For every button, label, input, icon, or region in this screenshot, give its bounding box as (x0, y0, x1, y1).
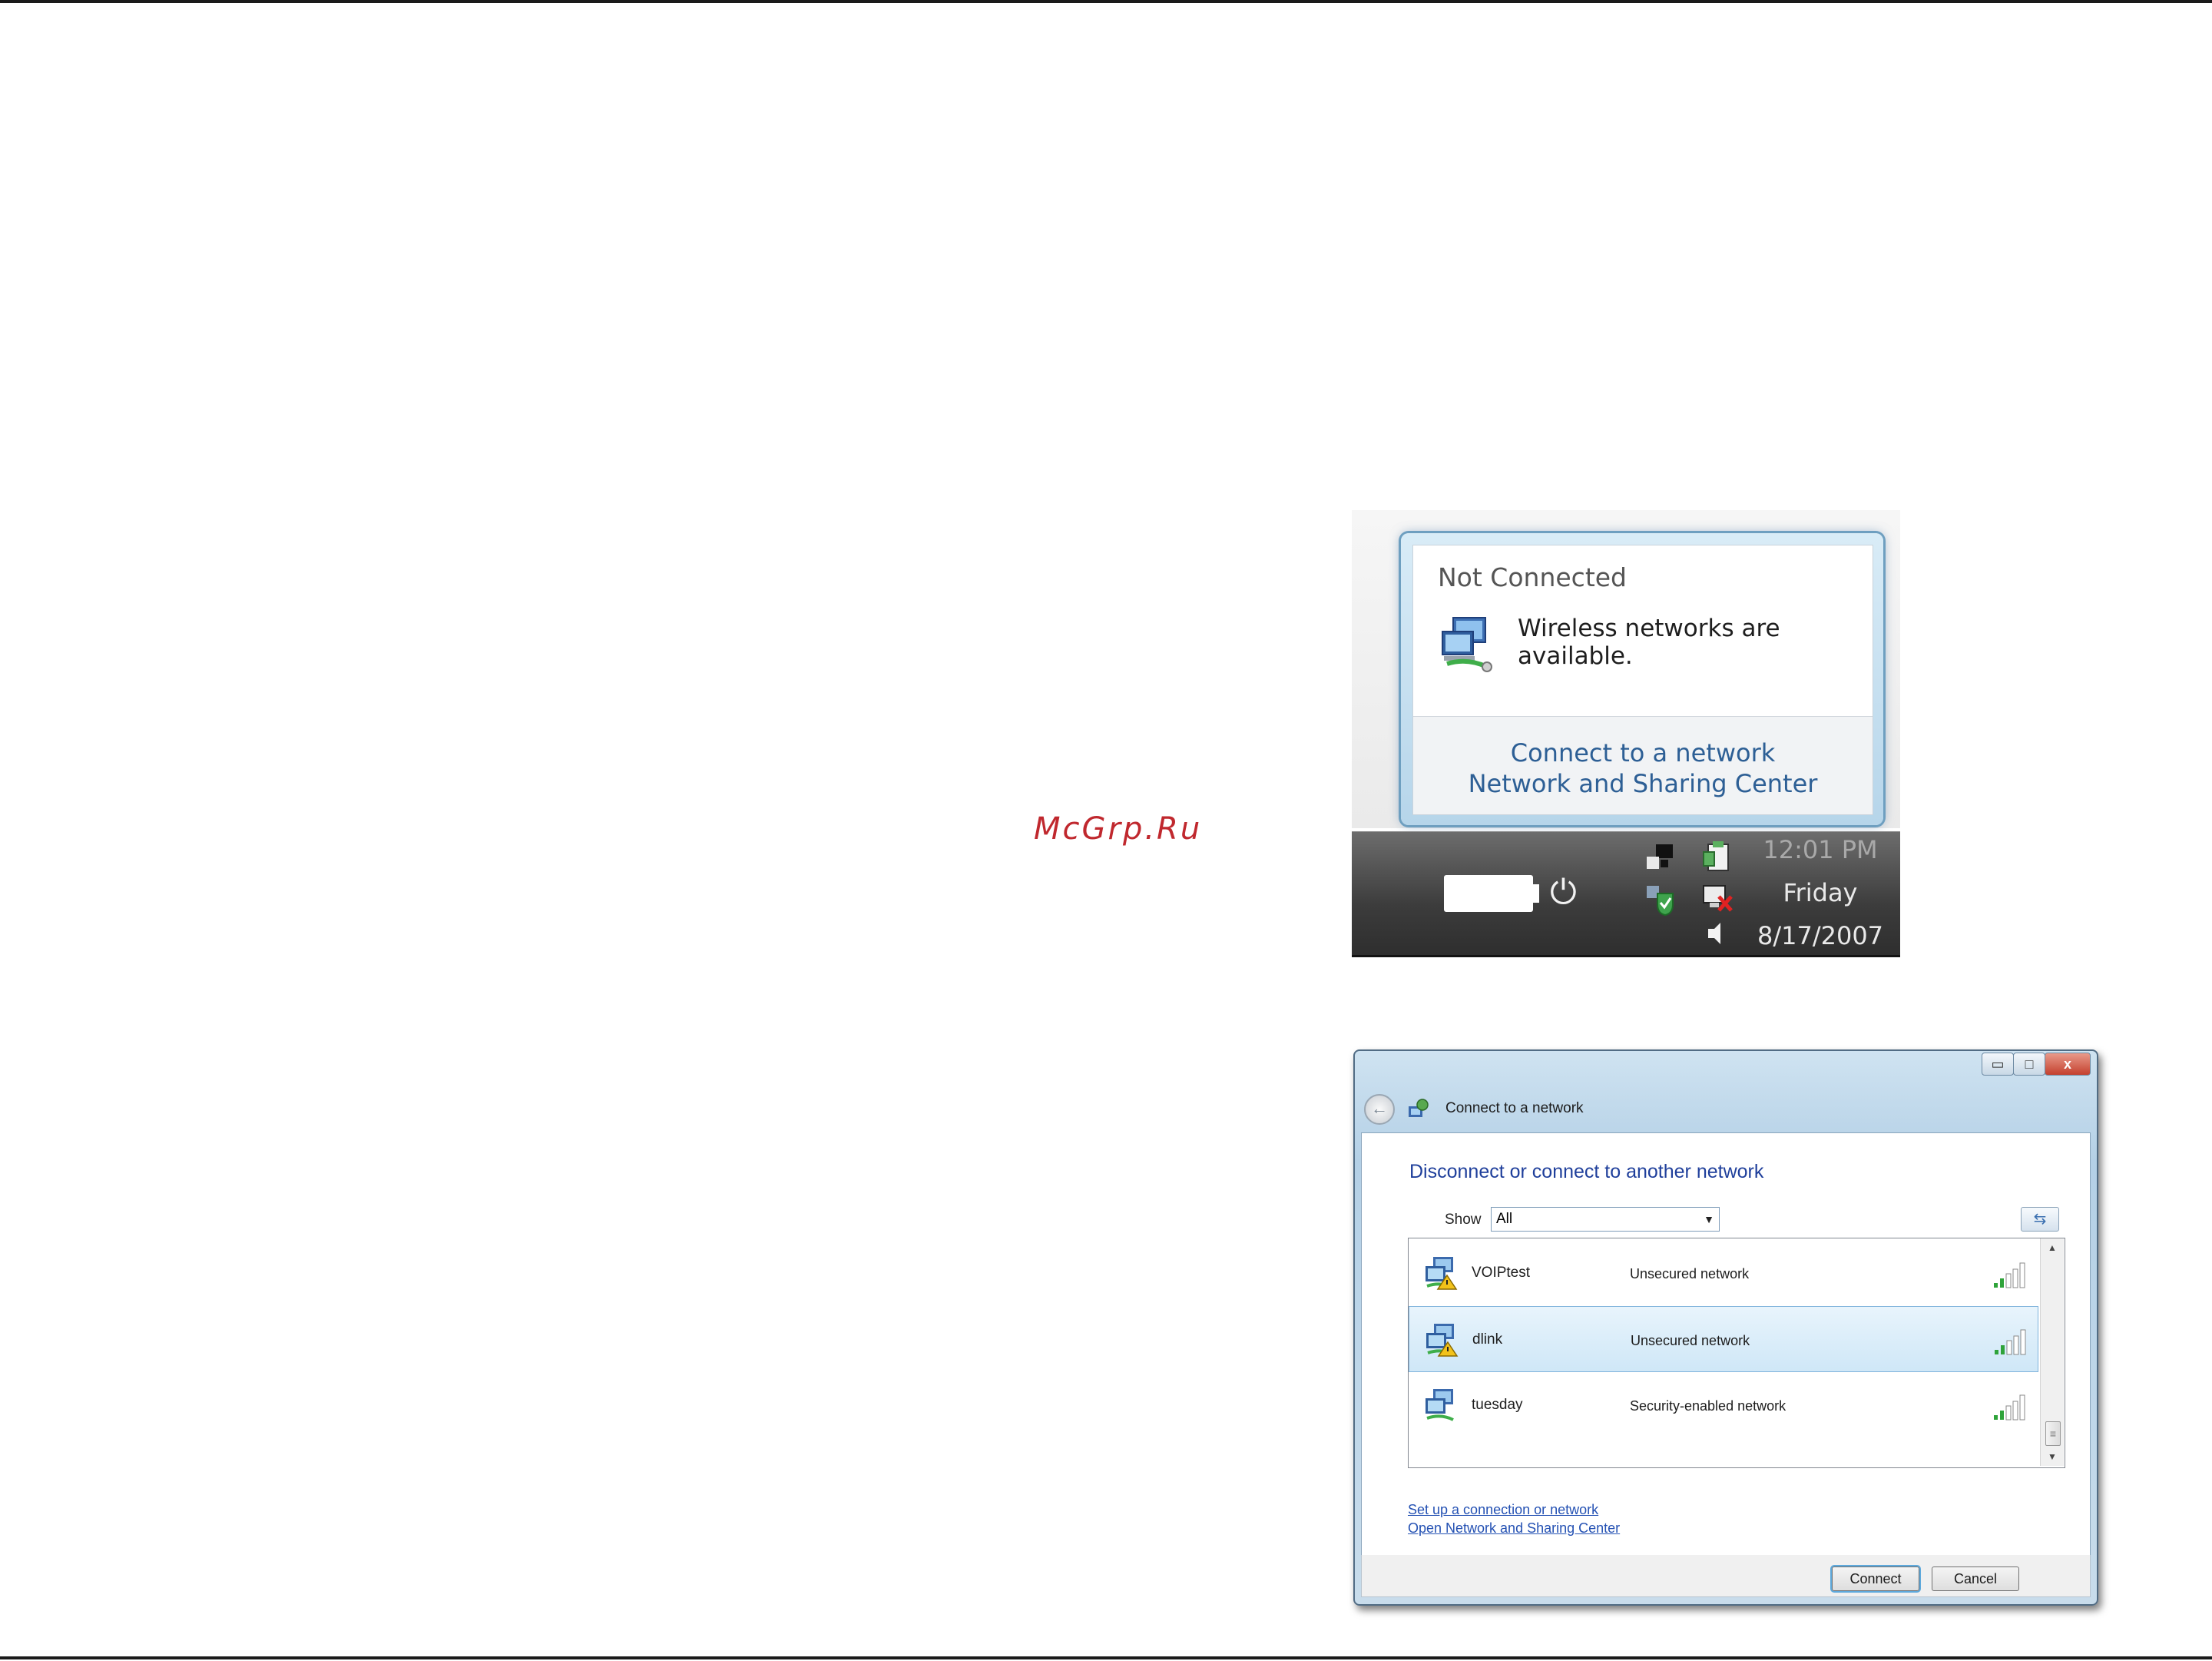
chevron-down-icon: ▼ (1704, 1213, 1714, 1225)
popup-message: Wireless networks are available. (1518, 615, 1780, 670)
network-disconnected-icon[interactable] (1700, 880, 1734, 913)
network-row[interactable]: tuesday Security-enabled network (1409, 1372, 2038, 1438)
minimize-button[interactable]: ▭ (1982, 1053, 2014, 1076)
network-row[interactable]: VOIPtest Unsecured network (1409, 1240, 2038, 1306)
refresh-icon: ⇆ (2033, 1211, 2047, 1228)
popup-title: Not Connected (1438, 562, 1628, 592)
network-sharing-center-link[interactable]: Network and Sharing Center (1413, 769, 1873, 798)
network-name: dlink (1472, 1331, 1503, 1348)
network-notification: Not Connected Wireless networks are avai… (1352, 510, 1900, 957)
show-filter-value: All (1496, 1211, 1513, 1227)
connect-to-network-link[interactable]: Connect to a network (1413, 738, 1873, 768)
back-arrow-icon[interactable]: ← (1364, 1094, 1395, 1125)
network-globe-icon (1409, 1099, 1429, 1117)
window-title: Connect to a network (1445, 1100, 1584, 1116)
battery-icon[interactable] (1444, 875, 1533, 912)
network-security: Unsecured network (1631, 1333, 1750, 1348)
refresh-button[interactable]: ⇆ (2021, 1207, 2059, 1232)
clock-date[interactable]: 8/17/2007 (1751, 921, 1889, 950)
unsecured-network-icon (1426, 1324, 1459, 1357)
network-name: tuesday (1472, 1397, 1523, 1413)
connect-to-network-window: ▭ □ x ← Connect to a network Disconnect … (1353, 1049, 2098, 1606)
connect-button[interactable]: Connect (1832, 1567, 1919, 1591)
open-sharing-center-link[interactable]: Open Network and Sharing Center (1408, 1520, 1620, 1537)
notification-popup: Not Connected Wireless networks are avai… (1401, 533, 1883, 825)
network-row-selected[interactable]: dlink Unsecured network (1409, 1306, 2038, 1372)
security-shield-icon[interactable] (1644, 883, 1677, 917)
bottom-rule (0, 1656, 2212, 1659)
network-name: VOIPtest (1472, 1265, 1531, 1281)
signal-strength-icon (1994, 1394, 2025, 1421)
taskbar: ⏻ 12:01 PM Friday 8/17/2007 (1352, 831, 1900, 957)
scroll-down-icon[interactable]: ▼ (2041, 1447, 2064, 1466)
show-filter-dropdown[interactable]: All ▼ (1491, 1207, 1720, 1232)
window-footer: Connect Cancel (1361, 1555, 2091, 1597)
setup-connection-link[interactable]: Set up a connection or network (1408, 1502, 1598, 1518)
list-scrollbar[interactable]: ▲ ≡ ▼ (2040, 1238, 2064, 1466)
scroll-up-icon[interactable]: ▲ (2041, 1238, 2064, 1257)
power-plug-icon[interactable]: ⏻ (1550, 874, 1577, 912)
top-rule (0, 0, 2212, 3)
unsecured-network-icon (1426, 1257, 1458, 1290)
speaker-icon[interactable] (1700, 917, 1734, 950)
show-label: Show (1445, 1212, 1482, 1228)
network-warning-icon (1442, 617, 1492, 672)
cancel-button[interactable]: Cancel (1932, 1567, 2019, 1591)
network-security: Unsecured network (1630, 1266, 1750, 1281)
signal-strength-icon (1995, 1329, 2026, 1355)
page-heading: Disconnect or connect to another network (1409, 1161, 1764, 1182)
clock-time[interactable]: 12:01 PM (1751, 835, 1889, 864)
network-security: Security-enabled network (1630, 1398, 1786, 1414)
network-list: VOIPtest Unsecured network dlink Unsecur… (1408, 1238, 2065, 1468)
window-body: Disconnect or connect to another network… (1361, 1132, 2091, 1557)
scroll-thumb[interactable]: ≡ (2045, 1421, 2061, 1446)
watermark: McGrp.Ru (1034, 811, 1203, 847)
signal-strength-icon (1994, 1262, 2025, 1288)
secured-network-icon (1426, 1389, 1454, 1421)
close-button[interactable]: x (2045, 1053, 2091, 1076)
maximize-button[interactable]: □ (2013, 1053, 2045, 1076)
network-icon[interactable] (1644, 843, 1677, 877)
clock-day[interactable]: Friday (1751, 878, 1889, 907)
clipboard-icon[interactable] (1700, 840, 1734, 874)
